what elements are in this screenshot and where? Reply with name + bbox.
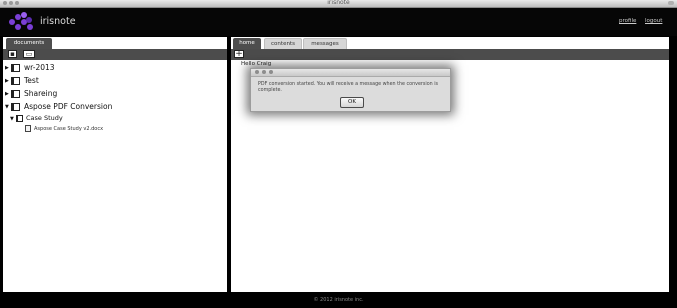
app-header (0, 8, 677, 36)
greeting-text: Hello Craig (241, 61, 272, 67)
maximize-dialog-icon[interactable] (269, 70, 273, 74)
irisnote-logo-icon (9, 12, 33, 32)
folder-icon (16, 114, 23, 122)
dialog-titlebar (251, 69, 450, 77)
documents-toolbar: ▪ ▭ (3, 49, 227, 60)
close-dialog-icon[interactable] (255, 70, 259, 74)
copyright-text: © 2012 irisnote inc. (313, 297, 364, 303)
document-icon (25, 125, 31, 132)
tree-item-test[interactable]: ▶ Test (5, 76, 39, 86)
dialog-message: PDF conversion started. You will receive… (258, 82, 439, 93)
main-toolbar: + (231, 49, 669, 60)
tree-item-label: Case Study (26, 114, 63, 122)
tree-item-label: wr-2013 (24, 63, 55, 72)
toolbar-toggle-icon[interactable] (668, 1, 674, 5)
minimize-dialog-icon[interactable] (262, 70, 266, 74)
tree-item-label: Test (24, 76, 39, 85)
ok-button[interactable]: OK (340, 97, 364, 108)
document-item[interactable]: Aspose Case Study v2.docx (25, 125, 103, 132)
tab-home[interactable]: home (233, 38, 261, 49)
new-document-icon[interactable]: ▪ (8, 50, 17, 58)
tree-item-wr-2013[interactable]: ▶ wr-2013 (5, 63, 55, 73)
tree-item-aspose-pdf-conversion[interactable]: ▼ Aspose PDF Conversion (5, 102, 112, 112)
window-titlebar: irisnote (0, 0, 677, 8)
tree-item-label: Shareing (24, 89, 58, 98)
profile-link[interactable]: profile (619, 18, 636, 24)
window-title: irisnote (327, 0, 350, 6)
tab-documents[interactable]: documents (6, 38, 52, 49)
tree-item-case-study[interactable]: ▼ Case Study (10, 114, 63, 122)
notebook-icon (11, 64, 20, 72)
notebook-icon (11, 77, 20, 85)
documents-tabbar: documents (3, 37, 227, 49)
add-icon[interactable]: + (234, 50, 244, 59)
tree-item-shareing[interactable]: ▶ Shareing (5, 89, 57, 99)
logout-link[interactable]: logout (645, 18, 662, 24)
footer: © 2012 irisnote inc. (0, 293, 677, 308)
main-tabbar: home contents messages (231, 37, 669, 50)
app-name: irisnote (40, 16, 76, 27)
documents-panel: documents ▪ ▭ ▶ wr-2013 ▶ Test ▶ Shareing ▼… (3, 37, 227, 292)
tree-item-label: Aspose PDF Conversion (24, 102, 113, 111)
conversion-dialog: PDF conversion started. You will receive… (250, 68, 451, 112)
notebook-icon (11, 103, 20, 111)
document-label: Aspose Case Study v2.docx (34, 126, 104, 132)
notebook-icon (11, 90, 20, 98)
folder-icon[interactable]: ▭ (23, 50, 35, 58)
